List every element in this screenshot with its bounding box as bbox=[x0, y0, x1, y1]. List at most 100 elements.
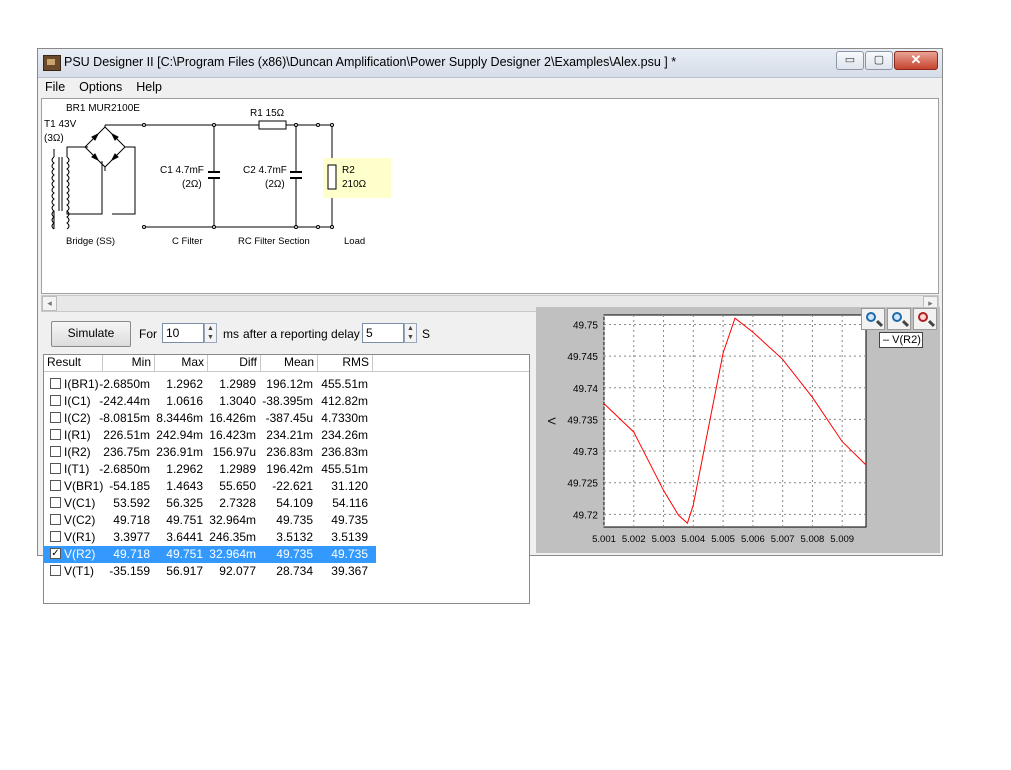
y-axis-label: V bbox=[545, 417, 557, 425]
header-result[interactable]: Result bbox=[44, 355, 103, 371]
row-max: 236.91m bbox=[156, 445, 203, 459]
spin-down-icon[interactable]: ▼ bbox=[407, 334, 414, 341]
table-row[interactable]: V(T1) -35.159 56.917 92.077 28.734 39.367 bbox=[44, 563, 376, 580]
table-row[interactable]: V(BR1) -54.185 1.4643 55.650 -22.621 31.120 bbox=[44, 478, 376, 495]
header-max[interactable]: Max bbox=[155, 355, 208, 371]
spin-down-icon[interactable]: ▼ bbox=[207, 334, 214, 341]
row-rms: 455.51m bbox=[321, 462, 368, 476]
menu-file[interactable]: File bbox=[38, 78, 72, 96]
row-diff: 1.2989 bbox=[219, 462, 256, 476]
scroll-left-arrow[interactable]: ◂ bbox=[42, 296, 57, 311]
header-mean[interactable]: Mean bbox=[261, 355, 318, 371]
row-checkbox[interactable] bbox=[50, 446, 61, 457]
y-tick-label: 49.75 bbox=[573, 320, 598, 331]
y-tick-label: 49.735 bbox=[567, 415, 598, 426]
row-checkbox[interactable] bbox=[50, 514, 61, 525]
header-diff[interactable]: Diff bbox=[208, 355, 261, 371]
maximize-button[interactable]: ▢ bbox=[865, 51, 893, 70]
row-checkbox[interactable] bbox=[50, 463, 61, 474]
transformer-label[interactable]: T1 43V bbox=[44, 119, 77, 130]
c1-resistance: (2Ω) bbox=[182, 179, 202, 190]
for-label: For bbox=[139, 327, 157, 341]
row-name: V(BR1) bbox=[64, 479, 104, 493]
row-min: -2.6850m bbox=[99, 462, 150, 476]
transformer-symbol[interactable] bbox=[51, 146, 103, 230]
y-tick-label: 49.745 bbox=[567, 352, 598, 363]
zoom-out-icon[interactable] bbox=[887, 308, 911, 330]
table-row[interactable]: V(R1) 3.3977 3.6441 246.35m 3.5132 3.5139 bbox=[44, 529, 376, 546]
row-max: 242.94m bbox=[156, 428, 203, 442]
minimize-button[interactable]: ▭ bbox=[836, 51, 864, 70]
row-max: 49.751 bbox=[166, 513, 203, 527]
row-checkbox[interactable]: ✓ bbox=[50, 548, 61, 559]
row-min: -8.0815m bbox=[99, 411, 150, 425]
table-row[interactable]: I(T1) -2.6850m 1.2962 1.2989 196.42m 455.51m bbox=[44, 461, 376, 478]
x-tick-label: 5.005 bbox=[711, 534, 735, 545]
spin-up-icon[interactable]: ▲ bbox=[207, 325, 214, 332]
plot-panel: 49.75 49.745 49.74 49.735 49.73 49.725 49.72 5.… bbox=[536, 307, 940, 553]
row-mean: 28.734 bbox=[276, 564, 313, 578]
row-mean: 3.5132 bbox=[276, 530, 313, 544]
row-name: I(T1) bbox=[64, 462, 90, 476]
duration-input[interactable]: 10 bbox=[162, 323, 204, 343]
row-name: V(R1) bbox=[64, 530, 96, 544]
y-tick-label: 49.73 bbox=[573, 447, 598, 458]
row-checkbox[interactable] bbox=[50, 429, 61, 440]
row-rms: 31.120 bbox=[331, 479, 368, 493]
simulate-button[interactable]: Simulate bbox=[51, 321, 131, 347]
rectifier-label[interactable]: BR1 MUR2100E bbox=[66, 103, 140, 114]
delay-input[interactable]: 5 bbox=[362, 323, 404, 343]
row-checkbox[interactable] bbox=[50, 395, 61, 406]
close-button[interactable]: ✕ bbox=[894, 51, 938, 70]
table-row[interactable]: I(C1) -242.44m 1.0616 1.3040 -38.395m 412.82m bbox=[44, 393, 376, 410]
menu-bar: File Options Help bbox=[38, 78, 942, 97]
c2-capacitor[interactable] bbox=[290, 171, 302, 179]
header-rms[interactable]: RMS bbox=[318, 355, 373, 371]
c1-label: C1 4.7mF bbox=[160, 165, 204, 176]
table-row[interactable]: I(C2) -8.0815m 8.3446m 16.426m -387.45u 4.733… bbox=[44, 410, 376, 427]
row-diff: 16.423m bbox=[209, 428, 256, 442]
row-checkbox[interactable] bbox=[50, 497, 61, 508]
table-row[interactable]: V(C1) 53.592 56.325 2.7328 54.109 54.116 bbox=[44, 495, 376, 512]
duration-spinner[interactable]: ▲ ▼ bbox=[204, 323, 217, 343]
c2-label: C2 4.7mF bbox=[243, 165, 287, 176]
table-row[interactable]: I(R1) 226.51m 242.94m 16.423m 234.21m 234.26m bbox=[44, 427, 376, 444]
transformer-resistance: (3Ω) bbox=[44, 133, 64, 144]
row-name: V(C1) bbox=[64, 496, 96, 510]
plot-area[interactable] bbox=[603, 314, 867, 528]
zoom-in-icon[interactable] bbox=[861, 308, 885, 330]
delay-spinner[interactable]: ▲ ▼ bbox=[404, 323, 417, 343]
y-tick-label: 49.725 bbox=[567, 479, 598, 490]
zoom-reset-icon[interactable] bbox=[913, 308, 937, 330]
row-diff: 92.077 bbox=[219, 564, 256, 578]
title-bar[interactable]: PSU Designer II [C:\Program Files (x86)\… bbox=[38, 49, 942, 78]
menu-options[interactable]: Options bbox=[72, 78, 129, 96]
schematic-panel[interactable]: BR1 MUR2100E T1 43V (3Ω) R1 15Ω C1 4.7mF… bbox=[41, 98, 939, 294]
table-row[interactable]: ✓ V(R2) 49.718 49.751 32.964m 49.735 49.735 bbox=[44, 546, 376, 563]
menu-help[interactable]: Help bbox=[129, 78, 169, 96]
row-rms: 49.735 bbox=[331, 513, 368, 527]
r1-label: R1 15Ω bbox=[250, 108, 285, 119]
row-name: I(C1) bbox=[64, 394, 91, 408]
table-row[interactable]: V(C2) 49.718 49.751 32.964m 49.735 49.735 bbox=[44, 512, 376, 529]
r1-resistor[interactable] bbox=[258, 120, 287, 130]
row-max: 1.0616 bbox=[166, 394, 203, 408]
row-checkbox[interactable] bbox=[50, 531, 61, 542]
table-row[interactable]: I(R2) 236.75m 236.91m 156.97u 236.83m 236.83m bbox=[44, 444, 376, 461]
row-checkbox[interactable] bbox=[50, 412, 61, 423]
r2-resistor[interactable] bbox=[327, 164, 337, 190]
maximize-icon: ▢ bbox=[873, 54, 885, 66]
row-mean: 196.12m bbox=[266, 377, 313, 391]
bridge-rectifier-symbol[interactable] bbox=[84, 125, 136, 215]
spin-up-icon[interactable]: ▲ bbox=[407, 325, 414, 332]
header-min[interactable]: Min bbox=[103, 355, 155, 371]
row-checkbox[interactable] bbox=[50, 378, 61, 389]
row-min: 236.75m bbox=[103, 445, 150, 459]
row-checkbox[interactable] bbox=[50, 565, 61, 576]
c1-capacitor[interactable] bbox=[208, 171, 220, 179]
chart-legend: – V(R2) bbox=[879, 332, 923, 348]
row-rms: 455.51m bbox=[321, 377, 368, 391]
row-diff: 16.426m bbox=[209, 411, 256, 425]
row-checkbox[interactable] bbox=[50, 480, 61, 491]
table-row[interactable]: I(BR1) -2.6850m 1.2962 1.2989 196.12m 455.51m bbox=[44, 376, 376, 393]
